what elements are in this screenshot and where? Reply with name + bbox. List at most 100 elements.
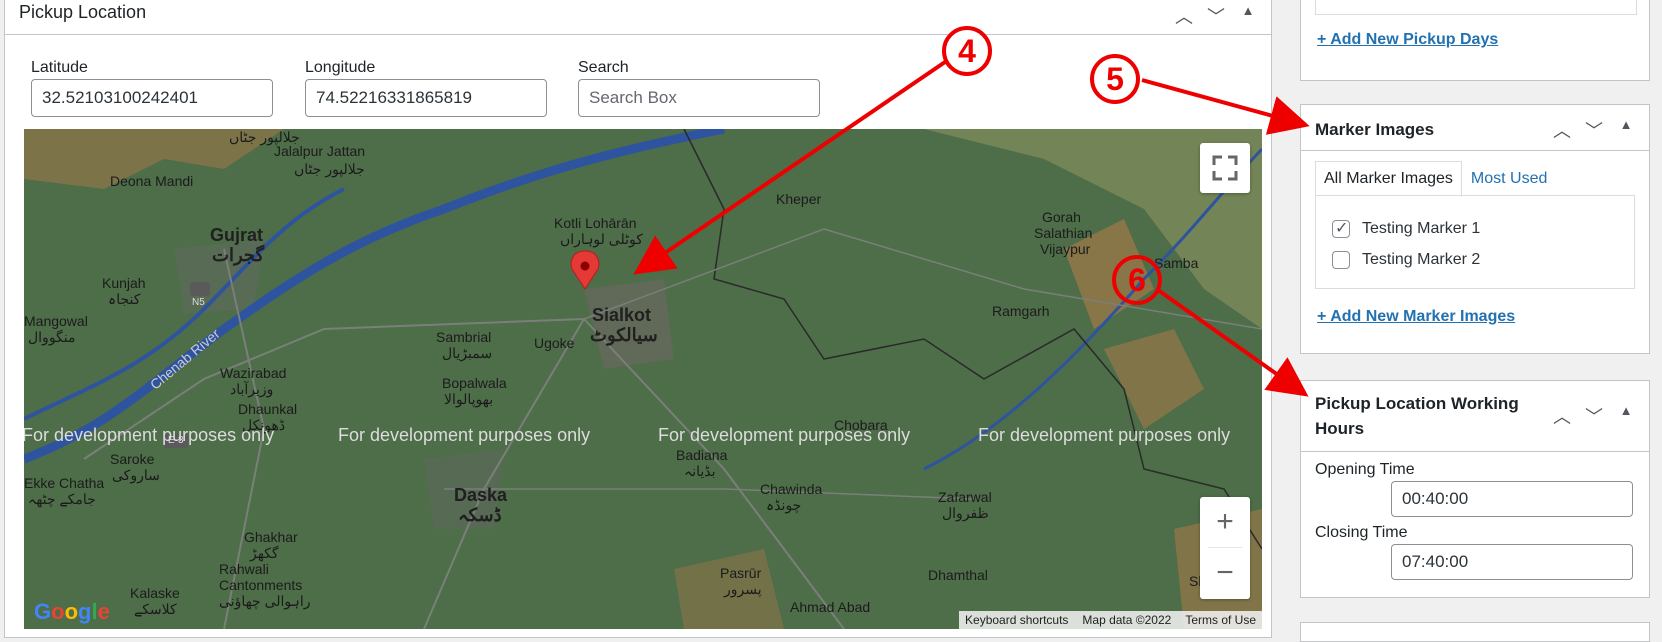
- collapse-icon[interactable]: ▲: [1239, 3, 1257, 29]
- marker-images-box: Marker Images ︿ ﹀ ▲ All Marker Images Mo…: [1300, 104, 1650, 354]
- move-down-icon[interactable]: ﹀: [1585, 117, 1603, 143]
- panel-header: Pickup Location ︿ ﹀ ▲: [5, 0, 1271, 35]
- panel-controls: ︿ ﹀ ▲: [1175, 3, 1257, 29]
- opening-time-input[interactable]: [1391, 481, 1633, 517]
- map-label: Sambrial: [436, 329, 492, 345]
- map-label: Jalalpur Jattan: [274, 143, 366, 159]
- zoom-in-button[interactable]: +: [1200, 497, 1250, 547]
- pickup-location-panel: Pickup Location ︿ ﹀ ▲ Latitude Longitude…: [4, 0, 1272, 638]
- map-label: کوٹلی لوہاراں: [560, 231, 643, 247]
- move-up-icon[interactable]: ︿: [1553, 117, 1571, 143]
- dev-watermark: For development purposes only: [24, 425, 275, 445]
- map-label: بڈیانہ: [684, 463, 716, 479]
- map-label: Kunjah: [102, 275, 146, 291]
- map-label: Pasrūr: [720, 565, 762, 581]
- map-label: Dhaunkal: [238, 401, 298, 417]
- panel-title: Pickup Location: [19, 2, 147, 22]
- marker-checkbox-1[interactable]: [1332, 218, 1350, 238]
- working-hours-box: Pickup Location Working Hours ︿ ﹀ ▲ Open…: [1300, 380, 1650, 598]
- terms-link[interactable]: Terms of Use: [1185, 613, 1256, 627]
- fullscreen-button[interactable]: [1200, 143, 1250, 193]
- map-label: Ekke Chatha: [24, 475, 105, 491]
- map-attribution: Keyboard shortcuts Map data ©2022 Terms …: [959, 611, 1262, 629]
- marker-tabs: All Marker Images Most Used: [1315, 161, 1556, 197]
- longitude-label: Longitude: [305, 59, 376, 76]
- map-terrain: [24, 129, 1262, 629]
- tab-most-used[interactable]: Most Used: [1462, 161, 1556, 197]
- google-map[interactable]: جلالپور جٹاں Jalalpur Jattan جلالپور جٹا…: [24, 129, 1262, 629]
- map-label: وزیرآباد: [230, 381, 274, 397]
- map-label: راہوالی چھاؤنی: [219, 593, 311, 609]
- map-label: Deona Mandi: [110, 173, 194, 189]
- dev-watermark: For development purposes only: [658, 425, 911, 445]
- marker-label-1: Testing Marker 1: [1362, 220, 1481, 237]
- map-label: ساروکی: [112, 467, 160, 483]
- tab-all-marker-images[interactable]: All Marker Images: [1315, 161, 1462, 197]
- road-shield: N5: [192, 297, 205, 308]
- collapse-icon[interactable]: ▲: [1617, 403, 1635, 429]
- move-up-icon[interactable]: ︿: [1175, 3, 1193, 29]
- collapse-icon[interactable]: ▲: [1617, 117, 1635, 143]
- move-up-icon[interactable]: ︿: [1553, 403, 1571, 429]
- map-label: Gorah: [1042, 209, 1081, 225]
- map-label: Vijaypur: [1040, 241, 1091, 257]
- callout-6: 6: [1112, 255, 1162, 305]
- map-label: Ugoke: [534, 335, 575, 351]
- box-header: Pickup Location Working Hours ︿ ﹀ ▲: [1301, 381, 1649, 452]
- map-label: Kheper: [776, 191, 822, 207]
- map-label: کنجاہ: [108, 291, 141, 307]
- map-label: Dhamthal: [928, 567, 988, 583]
- zoom-control: + −: [1200, 497, 1250, 599]
- move-down-icon[interactable]: ﹀: [1207, 3, 1225, 29]
- latitude-input[interactable]: [31, 79, 273, 117]
- closing-time-input[interactable]: [1391, 544, 1633, 580]
- search-input[interactable]: [578, 79, 820, 117]
- map-label: Salathian: [1034, 225, 1093, 241]
- marker-images-title: Marker Images: [1315, 120, 1435, 139]
- working-hours-title-line2: Hours: [1315, 419, 1365, 438]
- keyboard-shortcuts-link[interactable]: Keyboard shortcuts: [965, 613, 1068, 627]
- map-label: جلالپور جٹاں: [294, 161, 365, 177]
- working-hours-title-line1: Pickup Location Working: [1315, 394, 1519, 413]
- map-label: Gujrat: [210, 225, 264, 245]
- box-controls: ︿ ﹀ ▲: [1553, 117, 1635, 143]
- map-label: Ghakhar: [244, 529, 298, 545]
- closing-time-label: Closing Time: [1315, 524, 1408, 541]
- map-label: ظفروال: [942, 505, 989, 521]
- marker-checklist: Testing Marker 1 Testing Marker 2: [1315, 195, 1635, 289]
- map-label: گجرات: [212, 245, 265, 265]
- map-label: Mangowal: [24, 313, 88, 329]
- map-label: Ramgarh: [992, 303, 1050, 319]
- map-label: Ahmad Abad: [790, 599, 871, 615]
- map-label: Bopalwala: [442, 375, 507, 391]
- map-label: بھوپالوالا: [444, 391, 494, 407]
- callout-4: 4: [942, 26, 992, 76]
- map-label: جامکے چٹھہ: [28, 491, 96, 507]
- opening-time-label: Opening Time: [1315, 461, 1415, 478]
- map-label: Kalaske: [130, 585, 180, 601]
- map-label: سیالکوٹ: [590, 325, 658, 345]
- zoom-out-button[interactable]: −: [1200, 548, 1250, 598]
- add-pickup-days-link[interactable]: + Add New Pickup Days: [1317, 31, 1498, 49]
- marker-label-2: Testing Marker 2: [1362, 251, 1481, 268]
- map-label: Wazirabad: [220, 365, 287, 381]
- map-label: کلاسکے: [134, 601, 177, 617]
- add-marker-images-link[interactable]: + Add New Marker Images: [1317, 308, 1515, 326]
- box-header: Marker Images ︿ ﹀ ▲: [1301, 105, 1649, 151]
- map-data-text: Map data ©2022: [1082, 613, 1172, 627]
- map-label: Chawinda: [760, 481, 823, 497]
- map-label: پسرور: [724, 581, 762, 597]
- callout-5: 5: [1090, 54, 1140, 104]
- box-controls: ︿ ﹀ ▲: [1553, 403, 1635, 429]
- fullscreen-icon: [1212, 155, 1238, 181]
- longitude-input[interactable]: [305, 79, 547, 117]
- map-label-sialkot: Sialkot: [592, 305, 652, 325]
- google-logo[interactable]: Google: [34, 599, 110, 625]
- map-label: سمبڑیال: [442, 345, 493, 361]
- marker-checkbox-2[interactable]: [1332, 251, 1350, 269]
- move-down-icon[interactable]: ﹀: [1585, 403, 1603, 429]
- map-label: چونڈہ: [766, 497, 802, 513]
- map-label: Daska: [454, 485, 508, 505]
- next-box: [1300, 622, 1650, 642]
- search-label: Search: [578, 59, 629, 76]
